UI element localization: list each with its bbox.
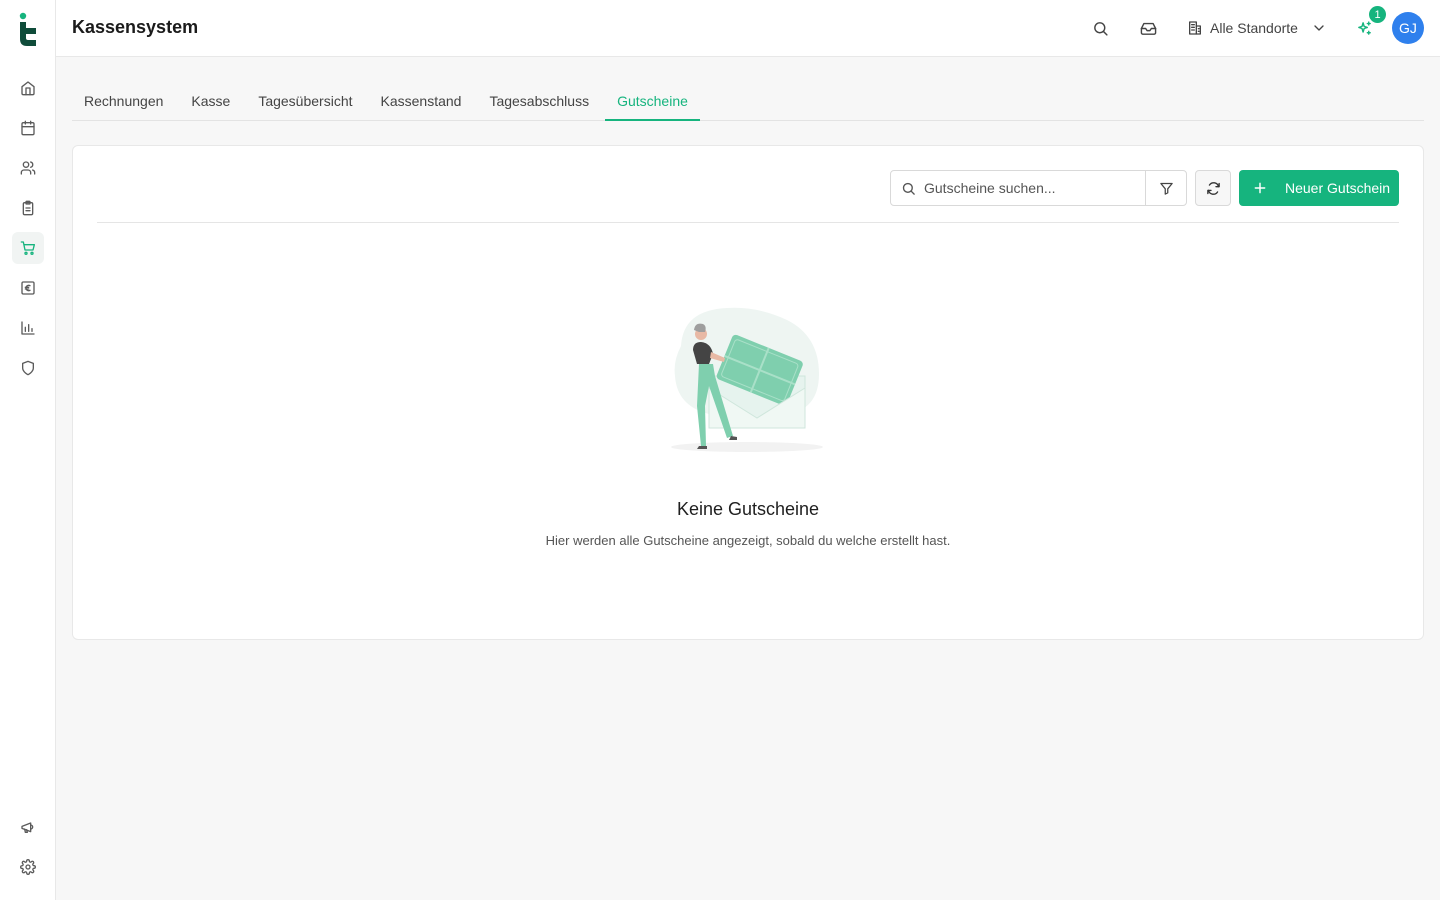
location-selector[interactable]: Alle Standorte <box>1187 16 1327 40</box>
users-icon[interactable] <box>12 152 44 184</box>
empty-vouchers-illustration <box>671 307 823 452</box>
cart-icon[interactable] <box>12 232 44 264</box>
search-input[interactable] <box>924 180 1134 196</box>
page-title: Kassensystem <box>72 17 199 37</box>
location-label: Alle Standorte <box>1210 20 1298 36</box>
notification-badge: 1 <box>1369 6 1386 23</box>
tab-bar: Rechnungen Kasse Tagesübersicht Kassenst… <box>72 80 1424 121</box>
tab-kasse[interactable]: Kasse <box>179 80 242 120</box>
calendar-icon[interactable] <box>12 112 44 144</box>
chevron-down-icon <box>1314 25 1324 31</box>
tab-kassenstand[interactable]: Kassenstand <box>369 80 474 120</box>
building-icon <box>1189 21 1201 35</box>
euro-icon[interactable] <box>12 272 44 304</box>
tab-rechnungen[interactable]: Rechnungen <box>72 80 175 120</box>
filter-button[interactable] <box>1145 170 1187 206</box>
empty-state-description: Hier werden alle Gutscheine angezeigt, s… <box>545 533 951 548</box>
bar-chart-icon[interactable] <box>12 312 44 344</box>
inbox-icon[interactable] <box>1134 14 1162 42</box>
tab-tagesuebersicht[interactable]: Tagesübersicht <box>246 80 364 120</box>
tab-gutscheine[interactable]: Gutscheine <box>605 80 700 121</box>
clipboard-icon[interactable] <box>12 192 44 224</box>
search-icon[interactable] <box>1086 14 1114 42</box>
refresh-button[interactable] <box>1195 170 1231 206</box>
megaphone-icon[interactable] <box>12 811 44 843</box>
top-header: Kassensystem Alle Standorte 1 GJ <box>56 0 1440 57</box>
gear-icon[interactable] <box>12 851 44 883</box>
plus-icon <box>1254 182 1266 194</box>
new-voucher-button[interactable]: Neuer Gutschein <box>1239 170 1399 206</box>
vouchers-card: Neuer Gutschein Keine Gutscheine Hier we… <box>72 145 1424 640</box>
refresh-icon <box>1206 181 1220 195</box>
avatar[interactable]: GJ <box>1392 12 1424 44</box>
search-icon <box>902 182 915 195</box>
app-logo-icon[interactable] <box>16 12 40 46</box>
new-voucher-label: Neuer Gutschein <box>1285 180 1391 196</box>
empty-state-title: Keine Gutscheine <box>676 499 820 519</box>
sidebar <box>0 0 56 900</box>
search-box <box>890 170 1146 206</box>
filter-icon <box>1159 182 1173 195</box>
shield-icon[interactable] <box>12 352 44 384</box>
home-icon[interactable] <box>12 72 44 104</box>
tab-tagesabschluss[interactable]: Tagesabschluss <box>477 80 601 120</box>
divider <box>97 222 1399 223</box>
